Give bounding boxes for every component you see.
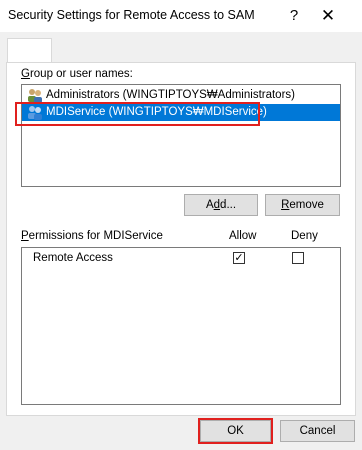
permissions-list[interactable]: Remote Access ✓ bbox=[21, 247, 341, 405]
users-icon bbox=[27, 88, 43, 103]
cancel-button[interactable]: Cancel bbox=[280, 420, 355, 442]
add-button[interactable]: Add... bbox=[184, 194, 258, 216]
tab-security[interactable] bbox=[7, 38, 52, 63]
deny-header: Deny bbox=[291, 230, 318, 242]
window-title: Security Settings for Remote Access to S… bbox=[8, 8, 255, 22]
permissions-label: Permissions for MDIService bbox=[21, 230, 163, 242]
permission-name: Remote Access bbox=[33, 252, 113, 264]
highlight-box-selected-user bbox=[15, 102, 260, 126]
allow-checkbox[interactable]: ✓ bbox=[233, 252, 245, 264]
add-text-rest: d... bbox=[220, 199, 237, 211]
list-item-label: Administrators (WINGTIPTOYS₩Administrato… bbox=[46, 89, 295, 101]
remove-text-rest: emove bbox=[289, 199, 324, 211]
close-button[interactable]: ✕ bbox=[316, 4, 340, 28]
help-button[interactable]: ? bbox=[282, 4, 306, 28]
label-text: roup or user names: bbox=[29, 68, 133, 80]
group-names-list[interactable]: Administrators (WINGTIPTOYS₩Administrato… bbox=[21, 84, 341, 187]
deny-checkbox[interactable] bbox=[292, 252, 304, 264]
allow-header: Allow bbox=[229, 230, 257, 242]
add-text-a: A bbox=[205, 199, 214, 211]
group-names-label: Group or user names: bbox=[21, 68, 133, 80]
highlight-box-ok bbox=[198, 418, 273, 444]
mnemonic-p: P bbox=[21, 230, 29, 242]
remove-button[interactable]: Remove bbox=[265, 194, 340, 216]
title-bar: Security Settings for Remote Access to S… bbox=[0, 0, 362, 32]
label-text: ermissions for MDIService bbox=[28, 230, 163, 242]
mnemonic-g: G bbox=[21, 68, 30, 80]
